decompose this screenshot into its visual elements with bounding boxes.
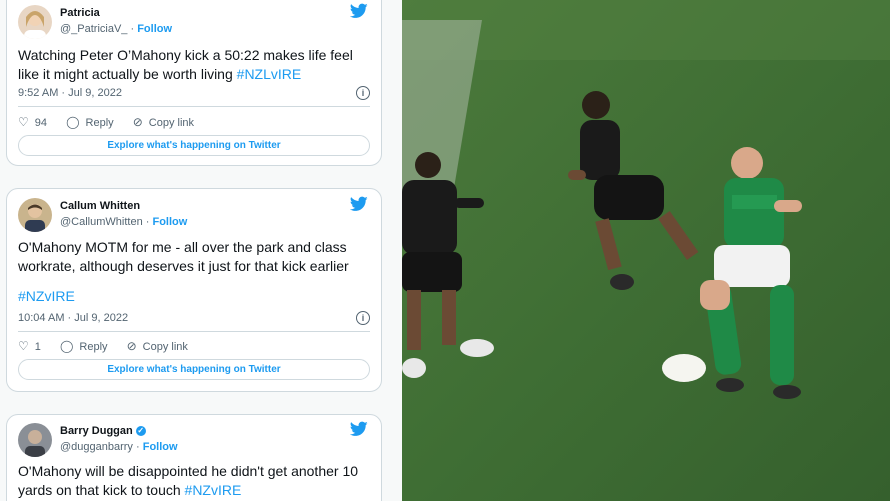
twitter-bird-icon[interactable] [350, 421, 368, 437]
twitter-bird-icon[interactable] [350, 196, 368, 212]
like-count: 94 [34, 117, 48, 129]
tweet-card[interactable]: Callum Whitten @CallumWhitten · Follow O… [6, 188, 382, 392]
author-name-text: Barry Duggan [60, 425, 133, 437]
tweets-panel: Patricia @_PatriciaV_ · Follow Watching … [0, 0, 402, 501]
author-name[interactable]: Barry Duggan ✓ [60, 425, 146, 437]
tweet-header: Callum Whitten @CallumWhitten · Follow [18, 196, 368, 238]
info-icon[interactable]: i [356, 311, 370, 325]
handle-row: @_PatriciaV_ · Follow [60, 23, 173, 35]
divider [18, 331, 370, 332]
reply-icon: ◯ [59, 339, 74, 353]
author-handle[interactable]: @CallumWhitten [60, 216, 143, 228]
copy-link-button[interactable]: ⊘ Copy link [127, 339, 188, 353]
rugby-match-photo [402, 0, 890, 501]
tweet-meta: 10:04 AM · Jul 9, 2022 i [18, 311, 370, 325]
reply-button[interactable]: ◯ Reply [66, 115, 114, 129]
avatar[interactable] [18, 423, 52, 457]
like-button[interactable]: ♡ 1 [18, 339, 41, 353]
tweet-timestamp[interactable]: 9:52 AM · Jul 9, 2022 [18, 87, 122, 99]
tweet-meta: 9:52 AM · Jul 9, 2022 i [18, 86, 370, 100]
follow-button[interactable]: Follow [137, 23, 172, 35]
link-icon: ⊘ [132, 115, 143, 129]
hashtag-link[interactable]: #NZLvIRE [237, 66, 302, 82]
tweet-card[interactable]: Patricia @_PatriciaV_ · Follow Watching … [6, 0, 382, 166]
tweet-text: O'Mahony will be disappointed he didn't … [18, 462, 374, 500]
rugby-ball [662, 354, 706, 382]
author-name[interactable]: Callum Whitten [60, 200, 140, 212]
hashtag-link[interactable]: #NZvIRE [18, 288, 75, 304]
tweet-actions: ♡ 94 ◯ Reply ⊘ Copy link [18, 115, 210, 129]
tweet-header: Barry Duggan ✓ @dugganbarry · Follow [18, 421, 368, 463]
avatar[interactable] [18, 198, 52, 232]
author-handle[interactable]: @dugganbarry [60, 441, 133, 453]
link-icon: ⊘ [126, 339, 137, 353]
tweet-text: Watching Peter O’Mahony kick a 50:22 mak… [18, 46, 374, 84]
like-button[interactable]: ♡ 94 [18, 115, 47, 129]
reply-label: Reply [85, 117, 114, 129]
tweet-header: Patricia @_PatriciaV_ · Follow [18, 3, 368, 45]
handle-row: @CallumWhitten · Follow [60, 216, 188, 228]
author-name[interactable]: Patricia [60, 7, 100, 19]
twitter-bird-icon[interactable] [350, 3, 368, 19]
explore-button[interactable]: Explore what's happening on Twitter [18, 135, 370, 156]
tweet-timestamp[interactable]: 10:04 AM · Jul 9, 2022 [18, 312, 128, 324]
divider [18, 106, 370, 107]
copy-link-label: Copy link [148, 117, 195, 129]
match-image [402, 0, 890, 501]
heart-icon: ♡ [18, 339, 29, 353]
avatar[interactable] [18, 5, 52, 39]
follow-button[interactable]: Follow [152, 216, 187, 228]
tweet-body: O'Mahony MOTM for me - all over the park… [18, 239, 349, 274]
handle-row: @dugganbarry · Follow [60, 441, 178, 453]
reply-icon: ◯ [66, 115, 80, 129]
verified-icon: ✓ [135, 426, 146, 437]
info-icon[interactable]: i [356, 86, 370, 100]
tweet-actions: ♡ 1 ◯ Reply ⊘ Copy link [18, 339, 204, 353]
tweet-body: Watching Peter O’Mahony kick a 50:22 mak… [18, 47, 353, 82]
copy-link-label: Copy link [142, 341, 188, 353]
explore-button[interactable]: Explore what's happening on Twitter [18, 359, 370, 380]
tweet-hashtag-line: #NZvIRE [18, 287, 374, 306]
heart-icon: ♡ [18, 115, 29, 129]
author-handle[interactable]: @_PatriciaV_ [60, 23, 127, 35]
copy-link-button[interactable]: ⊘ Copy link [133, 115, 194, 129]
hashtag-link[interactable]: #NZvIRE [185, 482, 242, 498]
reply-label: Reply [79, 341, 108, 353]
tweet-card[interactable]: Barry Duggan ✓ @dugganbarry · Follow O'Ma… [6, 414, 382, 501]
follow-button[interactable]: Follow [143, 441, 178, 453]
like-count: 1 [34, 341, 41, 353]
reply-button[interactable]: ◯ Reply [60, 339, 108, 353]
